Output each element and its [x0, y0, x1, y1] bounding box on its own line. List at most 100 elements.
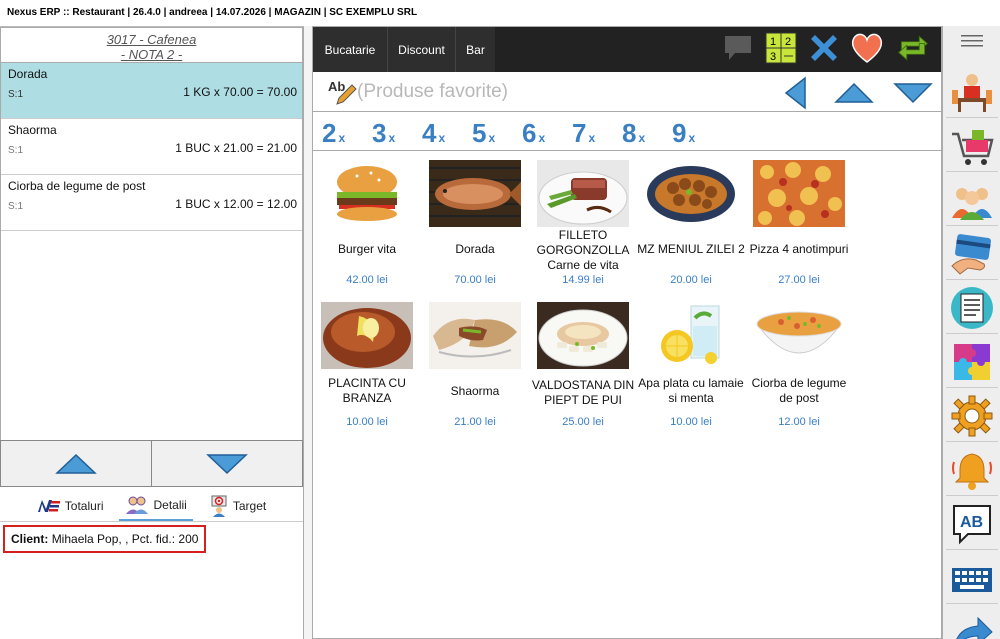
split-bill-button[interactable]: 123 — [764, 31, 798, 65]
menu-button[interactable] — [943, 26, 1000, 56]
product-price: 21.00 lei — [454, 416, 496, 428]
order-item-calc: 1 BUC x 21.00 = 21.00 — [175, 141, 297, 155]
order-item[interactable]: Shaorma S:1 1 BUC x 21.00 = 21.00 — [1, 119, 302, 175]
client-info[interactable]: Client: Mihaela Pop, , Pct. fid.: 200 — [3, 525, 207, 553]
keyboard-button[interactable] — [946, 552, 998, 604]
quantity-suffix: x — [388, 131, 396, 145]
puzzle-icon — [954, 343, 990, 380]
clients-button[interactable] — [946, 174, 998, 226]
quantity-suffix: x — [438, 131, 446, 145]
product-price: 10.00 lei — [346, 416, 388, 428]
product-name: Apa plata cu lamaie si menta — [638, 376, 744, 405]
edit-text-icon[interactable]: Ab — [327, 78, 357, 106]
product-price: 10.00 lei — [670, 416, 712, 428]
product-image — [645, 302, 737, 369]
order-item-seat: S:1 — [8, 145, 24, 156]
product-image — [753, 160, 845, 227]
heart-icon — [851, 33, 883, 63]
quantity-value: 8 — [622, 118, 637, 148]
arrow-left-icon[interactable] — [783, 76, 807, 110]
receipt-button[interactable] — [946, 282, 998, 334]
scroll-down-button[interactable] — [151, 441, 302, 486]
tables-button[interactable] — [946, 66, 998, 118]
quantity-value: 6 — [522, 118, 537, 148]
product-tile[interactable]: Burger vita 42.00 lei — [313, 152, 413, 292]
order-header[interactable]: 3017 - Cafenea - NOTA 2 - — [0, 27, 303, 63]
product-tile[interactable]: MZ MENIUL ZILEI 2 20.00 lei — [637, 152, 745, 292]
product-price: 70.00 lei — [454, 274, 496, 286]
product-price: 20.00 lei — [670, 274, 712, 286]
svg-text:1: 1 — [770, 36, 776, 48]
order-item-calc: 1 BUC x 12.00 = 12.00 — [175, 197, 297, 211]
order-item-seat: S:1 — [8, 89, 24, 100]
quantity-button[interactable]: 7x — [572, 118, 595, 149]
table-name: 3017 - Cafenea — [106, 32, 197, 47]
people-icon — [126, 496, 149, 514]
product-tile[interactable]: Pizza 4 anotimpuri 27.00 lei — [745, 152, 848, 292]
product-tile[interactable]: Apa plata cu lamaie si menta 10.00 lei — [637, 294, 744, 434]
order-item[interactable]: Ciorba de legume de post S:1 1 BUC x 12.… — [1, 175, 302, 231]
quantity-button[interactable]: 3x — [372, 118, 395, 149]
product-tile[interactable]: PLACINTA CU BRANZA 10.00 lei — [313, 294, 413, 434]
quantity-value: 9 — [672, 118, 687, 148]
window-title: Nexus ERP :: Restaurant | 26.4.0 | andre… — [0, 0, 1000, 26]
arrow-down-icon[interactable] — [893, 82, 933, 104]
product-name: Dorada — [455, 241, 495, 256]
scroll-up-button[interactable] — [1, 441, 151, 486]
payment-button[interactable] — [946, 228, 998, 280]
product-tile[interactable]: Dorada 70.00 lei — [421, 152, 521, 292]
bell-icon — [952, 452, 992, 490]
quantity-value: 4 — [422, 118, 437, 148]
client-label: Client: — [11, 532, 49, 546]
quantity-value: 5 — [472, 118, 487, 148]
cancel-button[interactable] — [807, 31, 841, 65]
quantity-suffix: x — [488, 131, 496, 145]
quantity-row: 2x 3x 4x 5x 6x 7x 8x 9x — [313, 113, 941, 151]
quantity-value: 2 — [322, 118, 337, 148]
quantity-button[interactable]: 9x — [672, 118, 695, 149]
product-tile[interactable]: VALDOSTANA DIN PIEPT DE PUI 25.00 lei — [529, 294, 634, 434]
tab-detalii[interactable]: Detalii — [119, 490, 193, 521]
product-tile[interactable]: Shaorma 21.00 lei — [421, 294, 521, 434]
quantity-suffix: x — [638, 131, 646, 145]
quantity-button[interactable]: 4x — [422, 118, 445, 149]
quantity-button[interactable]: 6x — [522, 118, 545, 149]
notifications-button[interactable] — [946, 444, 998, 496]
product-image — [537, 160, 629, 227]
tab-label: Totaluri — [64, 498, 104, 513]
detail-tabs: Totaluri Detalii Target — [0, 490, 303, 522]
quantity-suffix: x — [538, 131, 546, 145]
search-input[interactable]: (Produse favorite) — [357, 81, 508, 103]
quantity-button[interactable]: 5x — [472, 118, 495, 149]
quantity-button[interactable]: 8x — [622, 118, 645, 149]
modules-button[interactable] — [946, 336, 998, 388]
arrow-up-icon — [55, 453, 97, 474]
text-labels-button[interactable]: AB — [946, 498, 998, 550]
message-button[interactable] — [721, 31, 755, 65]
tab-label: Detalii — [153, 497, 187, 512]
quantity-suffix: x — [338, 131, 346, 145]
quantity-button[interactable]: 2x — [322, 118, 345, 149]
forward-button[interactable] — [946, 606, 998, 639]
product-name: Shaorma — [450, 383, 500, 398]
table-waiter-icon — [952, 73, 992, 112]
product-tile[interactable]: FILLETO GORGONZOLLA Carne de vita 14.99 … — [529, 152, 629, 292]
product-tile[interactable]: Ciorba de legume de post 12.00 lei — [745, 294, 846, 434]
product-name: FILLETO GORGONZOLLA Carne de vita — [536, 228, 630, 272]
category-bar[interactable]: Bar — [455, 27, 495, 72]
category-discount[interactable]: Discount — [387, 27, 455, 72]
bill-name: - NOTA 2 - — [120, 47, 183, 62]
settings-button[interactable] — [946, 390, 998, 442]
category-bucatarie[interactable]: Bucatarie — [313, 27, 387, 72]
order-item[interactable]: Dorada S:1 1 KG x 70.00 = 70.00 — [1, 63, 302, 119]
favorite-button[interactable] — [850, 31, 884, 65]
ab-chat-icon: AB — [953, 504, 991, 544]
chat-bubble-icon — [725, 36, 751, 60]
ne-logo-icon — [37, 499, 60, 512]
repeat-icon — [898, 35, 928, 61]
tab-totaluri[interactable]: Totaluri — [31, 490, 110, 521]
transfer-button[interactable] — [896, 31, 930, 65]
arrow-up-icon[interactable] — [834, 82, 874, 104]
orders-button[interactable] — [946, 120, 998, 172]
tab-target[interactable]: Target — [203, 490, 272, 521]
